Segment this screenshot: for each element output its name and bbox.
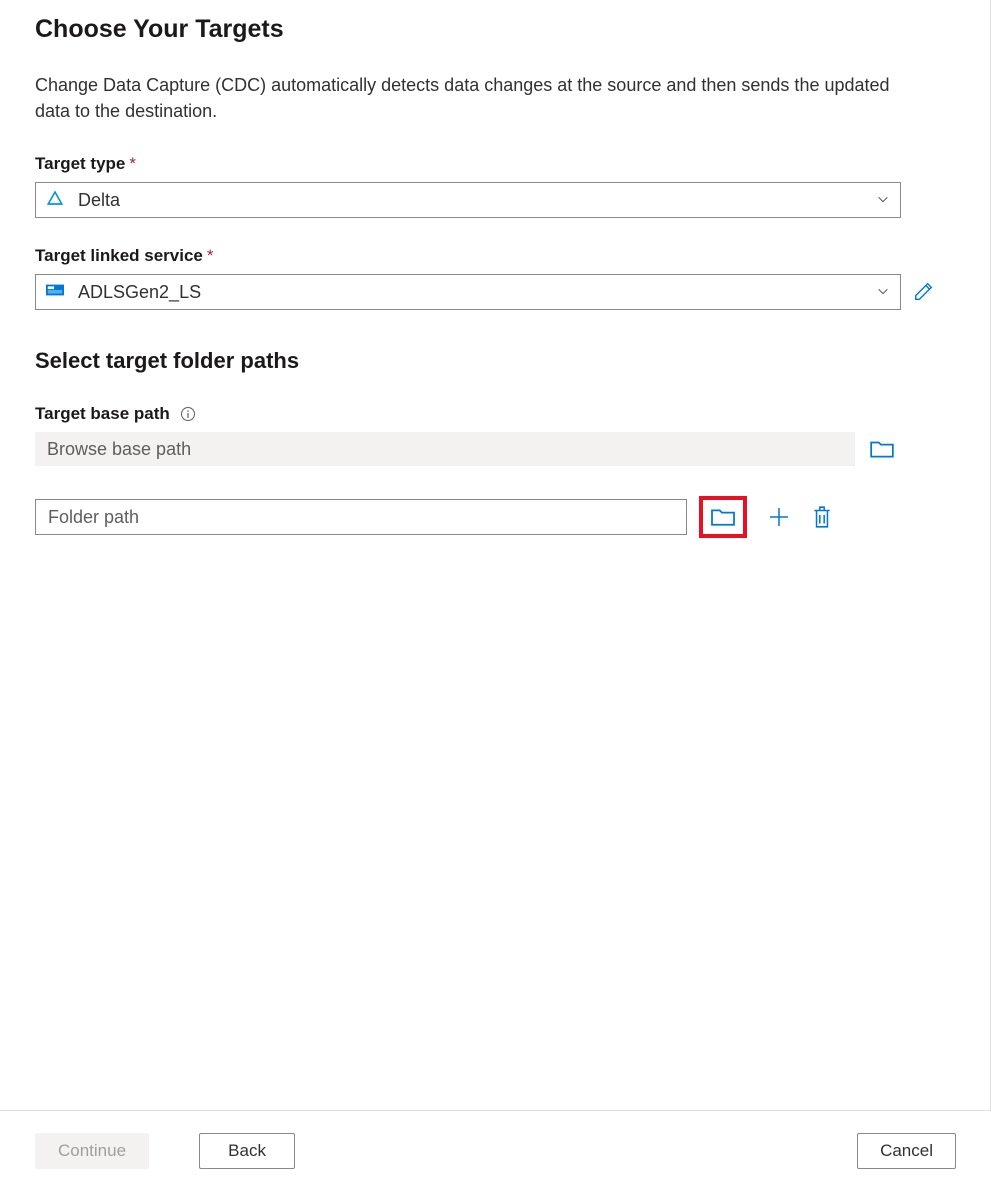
target-type-value: Delta <box>78 190 120 211</box>
linked-service-label-text: Target linked service <box>35 246 203 266</box>
browse-folder-highlight <box>699 496 747 538</box>
linked-service-label: Target linked service * <box>35 246 955 266</box>
info-icon[interactable] <box>180 406 196 422</box>
linked-service-value: ADLSGen2_LS <box>78 282 201 303</box>
linked-service-dropdown[interactable]: ADLSGen2_LS <box>35 274 901 310</box>
folder-paths-title: Select target folder paths <box>35 348 955 374</box>
required-indicator: * <box>129 154 136 174</box>
add-button[interactable] <box>767 505 791 529</box>
base-path-label-text: Target base path <box>35 404 170 424</box>
chevron-down-icon <box>876 192 890 209</box>
continue-button: Continue <box>35 1133 149 1169</box>
folder-path-placeholder: Folder path <box>48 507 139 528</box>
base-path-placeholder: Browse base path <box>47 439 191 460</box>
base-path-label: Target base path <box>35 404 955 424</box>
browse-folder-button[interactable] <box>709 506 737 528</box>
target-type-dropdown[interactable]: Delta <box>35 182 901 218</box>
browse-base-path-button[interactable] <box>869 438 895 460</box>
footer: Continue Back Cancel <box>0 1110 991 1190</box>
cancel-button[interactable]: Cancel <box>857 1133 956 1169</box>
page-title: Choose Your Targets <box>35 15 955 44</box>
chevron-down-icon <box>876 284 890 301</box>
back-button[interactable]: Back <box>199 1133 295 1169</box>
required-indicator: * <box>207 246 214 266</box>
base-path-input[interactable]: Browse base path <box>35 432 855 466</box>
delta-icon <box>46 189 64 212</box>
edit-icon[interactable] <box>913 280 935 305</box>
delete-button[interactable] <box>811 505 833 529</box>
folder-path-input[interactable]: Folder path <box>35 499 687 535</box>
storage-icon <box>46 282 64 303</box>
target-type-label-text: Target type <box>35 154 125 174</box>
target-type-label: Target type * <box>35 154 955 174</box>
page-description: Change Data Capture (CDC) automatically … <box>35 72 925 124</box>
